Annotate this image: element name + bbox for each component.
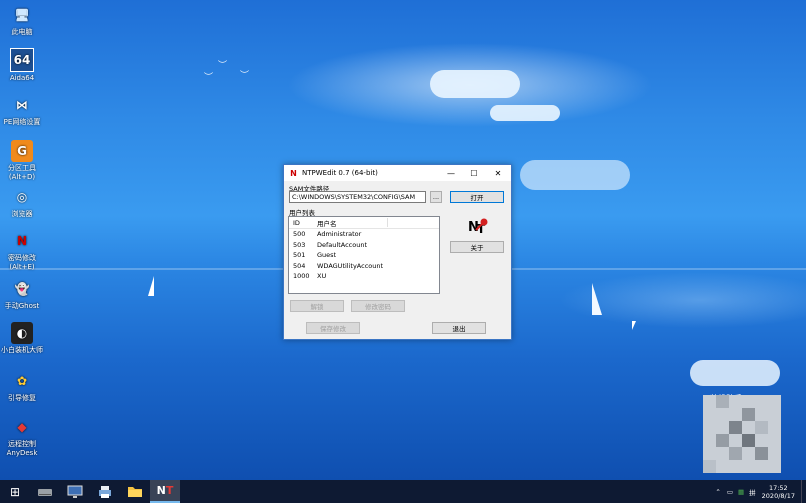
ntpwedit-window: N NTPWEdit 0.7 (64-bit) — ☐ ✕ SAM文件路径 C:…: [283, 164, 512, 340]
xiaobai-install-icon: ◐: [11, 322, 33, 344]
list-item[interactable]: 503 DefaultAccount: [289, 240, 439, 251]
cloud: [690, 360, 780, 386]
user-id: 504: [293, 261, 306, 270]
desktop-item-label: 分区工具 (Alt+D): [8, 164, 36, 181]
desktop-item-pe-network[interactable]: ⋈ PE网络设置: [0, 94, 44, 127]
printer-icon: [99, 485, 111, 498]
title-bar[interactable]: N NTPWEdit 0.7 (64-bit) — ☐ ✕: [284, 165, 511, 181]
folder-icon: [128, 487, 142, 497]
windows-start-icon: ⊞: [9, 484, 21, 499]
taskbar-item-drive[interactable]: [30, 480, 60, 503]
taskbar-item-file-explorer[interactable]: [120, 480, 150, 503]
desktop-item-label: 密码修改 (Alt+E): [8, 254, 36, 271]
flag-icon[interactable]: ▦: [738, 488, 744, 496]
ime-indicator[interactable]: 拼: [749, 487, 756, 497]
user-name: XU: [317, 272, 327, 281]
drive-icon: [38, 488, 52, 496]
open-button[interactable]: 打开: [450, 191, 504, 203]
close-button[interactable]: ✕: [486, 165, 510, 181]
cloud: [520, 160, 630, 190]
change-password-button[interactable]: 修改密码: [351, 300, 405, 312]
clock-date: 2020/8/17: [761, 491, 795, 500]
desktop-item-label: 小白装机大师: [1, 346, 43, 354]
cloud: [490, 105, 560, 121]
desktop-item-label: Aida64: [9, 74, 35, 82]
desktop-item-password-change[interactable]: N 密码修改 (Alt+E): [0, 230, 44, 272]
partition-tool-icon: G: [11, 140, 33, 162]
user-id: 501: [293, 251, 306, 260]
ntpwedit-logo-icon: N T: [468, 218, 488, 235]
desktop-item-manual-ghost[interactable]: 👻 手动Ghost: [0, 278, 44, 311]
ntpwedit-taskbar-icon: NT: [156, 484, 174, 497]
exit-button[interactable]: 退出: [432, 322, 486, 334]
about-button[interactable]: 关于: [450, 241, 504, 253]
taskbar-item-monitor[interactable]: [60, 480, 90, 503]
save-changes-button[interactable]: 保存修改: [306, 322, 360, 334]
sailboat: [592, 283, 602, 315]
desktop-item-this-pc[interactable]: 🖥 此电脑: [0, 4, 44, 37]
desktop-item-label: 此电脑: [11, 28, 33, 36]
network-icon[interactable]: ▭: [727, 488, 733, 496]
clock-time: 17:52: [768, 483, 788, 492]
start-button[interactable]: ⊞: [0, 480, 30, 503]
user-name: DefaultAccount: [317, 240, 367, 249]
browse-button[interactable]: ...: [430, 191, 442, 203]
desktop-item-xiaobai[interactable]: ◐ 小白装机大师: [0, 322, 44, 355]
ntpwedit-app-icon: N: [290, 168, 297, 178]
user-id: 503: [293, 240, 306, 249]
password-change-icon: N: [16, 233, 28, 248]
desktop-item-label: 引导修复: [8, 394, 36, 402]
list-item[interactable]: 501 Guest: [289, 250, 439, 261]
sailboat: [148, 276, 154, 296]
bird: ︶: [218, 61, 228, 71]
desktop-item-aida64[interactable]: 64 Aida64: [0, 48, 44, 83]
aida64-icon: 64: [10, 48, 34, 72]
tray-chevron-icon[interactable]: ⌃: [715, 488, 720, 496]
anydesk-icon: ◆: [17, 419, 27, 434]
minimize-button[interactable]: —: [439, 165, 463, 181]
list-item[interactable]: 504 WDAGUtilityAccount: [289, 261, 439, 272]
taskbar-item-printer[interactable]: [90, 480, 120, 503]
taskbar: ⊞ NT ⌃ ▭ ▦ 拼 17:52 2020/8/17: [0, 480, 806, 503]
column-header-username[interactable]: 用户名: [313, 218, 387, 228]
clock[interactable]: 17:52 2020/8/17: [762, 484, 795, 500]
user-id: 1000: [293, 272, 310, 281]
column-header-id[interactable]: ID: [289, 219, 313, 227]
this-pc-icon: 🖥: [14, 7, 30, 22]
list-item[interactable]: 500 Administrator: [289, 229, 439, 240]
user-list[interactable]: ID 用户名 500 Administrator 503 DefaultAcco…: [288, 216, 440, 294]
desktop-item-label: 手动Ghost: [4, 302, 40, 310]
column-divider: [387, 218, 388, 227]
pe-network-icon: ⋈: [16, 97, 28, 112]
desktop-item-boot-repair[interactable]: ✿ 引导修复: [0, 370, 44, 403]
bird: ︶: [204, 73, 214, 83]
desktop-item-browser[interactable]: ◎ 浏览器: [0, 186, 44, 219]
user-id: 500: [293, 230, 306, 239]
window-title: NTPWEdit 0.7 (64-bit): [302, 169, 378, 177]
mouse-cursor: [632, 321, 636, 330]
unlock-button[interactable]: 解锁: [290, 300, 344, 312]
taskbar-item-ntpwedit[interactable]: NT: [150, 480, 180, 503]
monitor-icon: [67, 485, 83, 498]
desktop-item-label: 浏览器: [11, 210, 33, 218]
user-name: WDAGUtilityAccount: [317, 261, 384, 270]
desktop-item-anydesk[interactable]: ◆ 远程控制 AnyDesk: [0, 416, 44, 458]
maximize-button[interactable]: ☐: [462, 165, 486, 181]
manual-ghost-icon: 👻: [14, 281, 30, 296]
desktop-item-label: PE网络设置: [3, 118, 41, 126]
list-item[interactable]: 1000 XU: [289, 271, 439, 282]
cloud: [430, 70, 520, 98]
user-name: Guest: [317, 251, 337, 260]
sam-path-input[interactable]: C:\WINDOWS\SYSTEM32\CONFIG\SAM: [289, 191, 426, 203]
browser-icon: ◎: [16, 189, 28, 204]
system-tray: ⌃ ▭ ▦ 拼 17:52 2020/8/17: [715, 480, 806, 503]
mosaic-watermark: [703, 395, 781, 473]
bird: ︶: [240, 71, 250, 81]
show-desktop-button[interactable]: [801, 480, 806, 503]
user-list-header: ID 用户名: [289, 217, 439, 229]
desktop-item-label: 远程控制 AnyDesk: [6, 440, 38, 457]
user-name: Administrator: [317, 230, 362, 239]
boot-repair-icon: ✿: [16, 373, 28, 388]
desktop-item-partition-tool[interactable]: G 分区工具 (Alt+D): [0, 140, 44, 182]
